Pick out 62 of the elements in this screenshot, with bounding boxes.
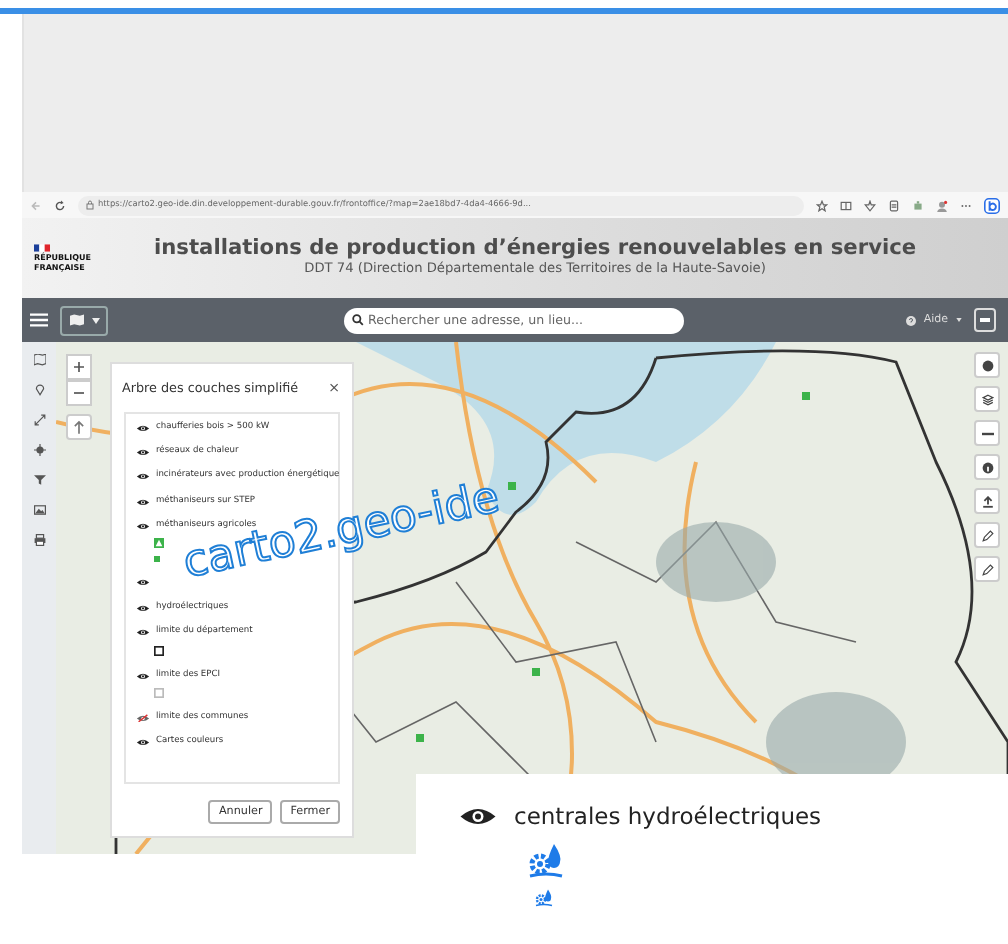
legend-symbol-icon: [154, 556, 160, 563]
collections-icon[interactable]: [888, 199, 900, 211]
eye-icon[interactable]: [136, 738, 150, 748]
upload-icon: [981, 495, 993, 507]
eye-icon[interactable]: [136, 447, 150, 457]
eye-icon[interactable]: [136, 423, 150, 432]
layer-name: centrales hydroélectriques: [514, 800, 822, 834]
legend-symbol-icon: [154, 538, 164, 549]
eye-icon[interactable]: [136, 497, 150, 507]
menu-icon[interactable]: [30, 312, 48, 328]
eye-icon[interactable]: [136, 472, 150, 482]
reload-icon[interactable]: [54, 199, 66, 211]
collapse-button[interactable]: [974, 308, 996, 332]
eye-icon[interactable]: [136, 578, 150, 588]
arrow-up-icon: [74, 420, 84, 434]
pin-icon[interactable]: [33, 384, 45, 396]
print-icon[interactable]: [33, 534, 45, 546]
minus-icon: [980, 318, 990, 322]
eye-icon[interactable]: [136, 628, 150, 638]
caret-icon: [956, 318, 962, 322]
map-tool-button[interactable]: [974, 454, 1000, 480]
hidden-eye-icon[interactable]: [136, 713, 150, 723]
eye-icon[interactable]: [458, 804, 498, 830]
map-icon: [69, 314, 83, 326]
map-tool-button[interactable]: [974, 556, 1000, 582]
help-icon: [905, 315, 916, 325]
assistant-icon[interactable]: [984, 197, 1000, 213]
eye-icon[interactable]: [136, 522, 150, 531]
hydro-plant-icon: [526, 842, 566, 881]
legend-square-icon: [154, 687, 164, 698]
map-tool-button[interactable]: [974, 352, 1000, 378]
image-icon[interactable]: [33, 504, 45, 516]
eye-icon[interactable]: [136, 671, 150, 680]
map-tool-button[interactable]: [974, 488, 1000, 514]
zoom-out-button[interactable]: [66, 380, 92, 406]
filter-icon[interactable]: [33, 474, 45, 486]
pencil-icon: [981, 529, 993, 541]
minus-icon: [74, 388, 84, 398]
zoom-in-button[interactable]: [66, 354, 92, 380]
star-icon[interactable]: [816, 199, 828, 211]
map-tool-button[interactable]: [974, 420, 1000, 446]
search-icon: [352, 314, 364, 326]
split-icon[interactable]: [840, 199, 852, 211]
flag-icon: [34, 244, 50, 252]
profile-icon[interactable]: [936, 199, 948, 211]
layers-icon: [981, 393, 993, 405]
eye-icon[interactable]: [136, 603, 150, 613]
north-button[interactable]: [66, 414, 92, 440]
page-title: installations de production d’énergies renouvelables en service: [154, 235, 917, 261]
map-tool-button[interactable]: [974, 522, 1000, 548]
map-dropdown-button[interactable]: [60, 305, 108, 335]
lock-icon: [86, 200, 94, 210]
crosshair-icon[interactable]: [33, 444, 45, 456]
plus-icon: [74, 362, 84, 372]
pencil-icon: [981, 563, 993, 575]
caret-icon: [91, 317, 99, 323]
legend-square-icon: [154, 645, 164, 656]
map-tool-button[interactable]: [974, 386, 1000, 412]
map-icon[interactable]: [33, 354, 45, 366]
info-icon: [981, 461, 993, 473]
hydro-plant-icon: [534, 888, 554, 909]
expand-icon[interactable]: [33, 414, 45, 426]
